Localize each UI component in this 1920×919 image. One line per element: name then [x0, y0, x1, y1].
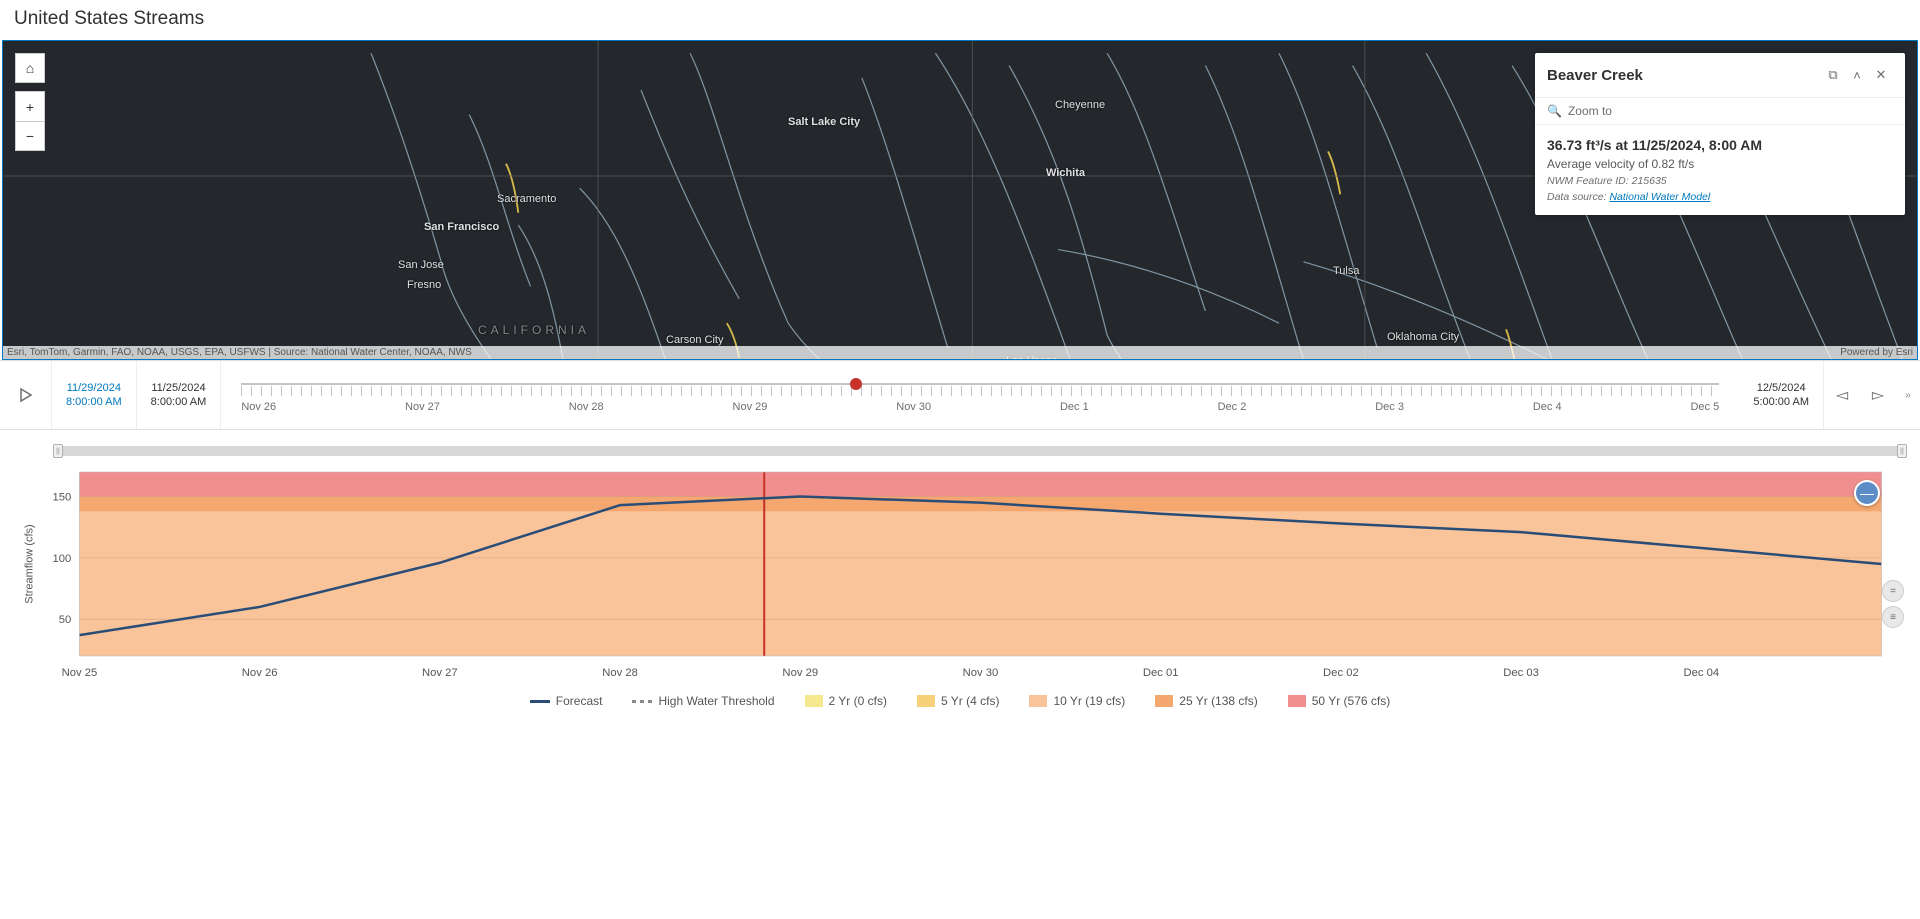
legend-forecast: Forecast: [530, 694, 603, 708]
close-icon: ✕: [1876, 67, 1887, 83]
home-icon: ⌂: [26, 60, 34, 76]
popup-title: Beaver Creek: [1547, 67, 1821, 84]
collapse-button[interactable]: ˄: [1845, 63, 1869, 87]
svg-text:Dec 03: Dec 03: [1503, 667, 1539, 679]
dock-icon: ⧉: [1828, 67, 1837, 83]
play-button[interactable]: [0, 361, 52, 429]
range-handle-left[interactable]: ||: [53, 444, 63, 458]
step-back-icon: ◅: [1836, 385, 1848, 405]
svg-text:Dec 01: Dec 01: [1143, 667, 1179, 679]
close-button[interactable]: ✕: [1869, 63, 1893, 87]
magnifier-icon: 🔍: [1547, 104, 1562, 118]
chart-minimize-button[interactable]: —: [1854, 480, 1880, 506]
current-time-display: 11/29/20248:00:00 AM: [52, 361, 137, 429]
time-slider: 11/29/20248:00:00 AM 11/25/20248:00:00 A…: [0, 360, 1920, 430]
dock-button[interactable]: ⧉: [1821, 63, 1845, 87]
play-icon: [18, 387, 34, 403]
chart-menu[interactable]: ≡: [1882, 606, 1904, 628]
svg-text:50: 50: [59, 614, 72, 626]
svg-text:100: 100: [52, 553, 71, 565]
powered-by: Powered by Esri: [1840, 347, 1913, 358]
time-track[interactable]: Nov 26Nov 27Nov 28Nov 29Nov 30Dec 1Dec 2…: [221, 361, 1739, 429]
slider-handle[interactable]: [850, 378, 862, 390]
legend-25yr: 25 Yr (138 cfs): [1155, 694, 1257, 708]
svg-text:Nov 25: Nov 25: [62, 667, 98, 679]
legend-2yr: 2 Yr (0 cfs): [805, 694, 887, 708]
svg-text:Nov 26: Nov 26: [242, 667, 278, 679]
attribution-bar: Esri, TomTom, Garmin, FAO, NOAA, USGS, E…: [3, 346, 1917, 359]
slider-ticks: [241, 386, 1719, 396]
legend-hwt: High Water Threshold: [632, 694, 774, 708]
step-back-button[interactable]: ◅: [1824, 361, 1860, 429]
svg-text:150: 150: [52, 492, 71, 504]
svg-text:Nov 29: Nov 29: [782, 667, 818, 679]
svg-text:Dec 04: Dec 04: [1683, 667, 1719, 679]
range-handle-right[interactable]: ||: [1897, 444, 1907, 458]
step-forward-button[interactable]: ▻: [1860, 361, 1896, 429]
chart-range-slider[interactable]: || ||: [58, 446, 1902, 456]
map[interactable]: Wichita Salt Lake City Cheyenne Tulsa Ok…: [2, 40, 1918, 360]
legend-5yr: 5 Yr (4 cfs): [917, 694, 999, 708]
minus-icon: −: [26, 128, 34, 144]
slider-track: [241, 383, 1719, 385]
plus-icon: +: [26, 99, 34, 115]
feature-id: NWM Feature ID: 215635: [1547, 175, 1893, 187]
chevron-up-icon: ˄: [1853, 68, 1861, 83]
data-source: Data source: National Water Model: [1547, 191, 1893, 203]
home-button[interactable]: ⌂: [15, 53, 45, 83]
chart-legend: Forecast High Water Threshold 2 Yr (0 cf…: [18, 686, 1902, 712]
svg-text:Dec 02: Dec 02: [1323, 667, 1359, 679]
slider-labels: Nov 26Nov 27Nov 28Nov 29Nov 30Dec 1Dec 2…: [241, 401, 1719, 413]
step-forward-icon: ▻: [1872, 385, 1884, 405]
chart-zoom-reset[interactable]: =: [1882, 580, 1904, 602]
svg-text:Nov 30: Nov 30: [963, 667, 999, 679]
legend-10yr: 10 Yr (19 cfs): [1029, 694, 1125, 708]
page-title: United States Streams: [0, 0, 1920, 40]
hydrograph-panel: || || 50 100 150 Streamflow (cfs) Nov 25 Nov …: [0, 430, 1920, 722]
hydrograph: 50 100 150 Streamflow (cfs) Nov 25 Nov 26 Nov …: [18, 466, 1902, 686]
zoom-out-button[interactable]: −: [15, 121, 45, 151]
minimize-icon: —: [1860, 485, 1874, 501]
attribution-text: Esri, TomTom, Garmin, FAO, NOAA, USGS, E…: [7, 347, 472, 358]
velocity-reading: Average velocity of 0.82 ft/s: [1547, 157, 1893, 171]
legend-50yr: 50 Yr (576 cfs): [1288, 694, 1390, 708]
end-time-display: 12/5/20245:00:00 AM: [1739, 361, 1824, 429]
feature-popup: Beaver Creek ⧉ ˄ ✕ 🔍 Zoom to 36.73 ft³/s…: [1535, 53, 1905, 215]
data-source-link[interactable]: National Water Model: [1609, 191, 1710, 203]
zoom-to-label: Zoom to: [1568, 104, 1612, 118]
zoom-to-button[interactable]: 🔍 Zoom to: [1535, 97, 1905, 125]
chevron-double-icon: »: [1905, 390, 1911, 401]
svg-text:Nov 27: Nov 27: [422, 667, 458, 679]
start-time-display: 11/25/20248:00:00 AM: [137, 361, 222, 429]
zoom-in-button[interactable]: +: [15, 91, 45, 121]
svg-text:Nov 28: Nov 28: [602, 667, 638, 679]
svg-text:Streamflow (cfs): Streamflow (cfs): [23, 524, 35, 604]
expand-toggle[interactable]: »: [1896, 361, 1920, 429]
flow-reading: 36.73 ft³/s at 11/25/2024, 8:00 AM: [1547, 137, 1893, 153]
